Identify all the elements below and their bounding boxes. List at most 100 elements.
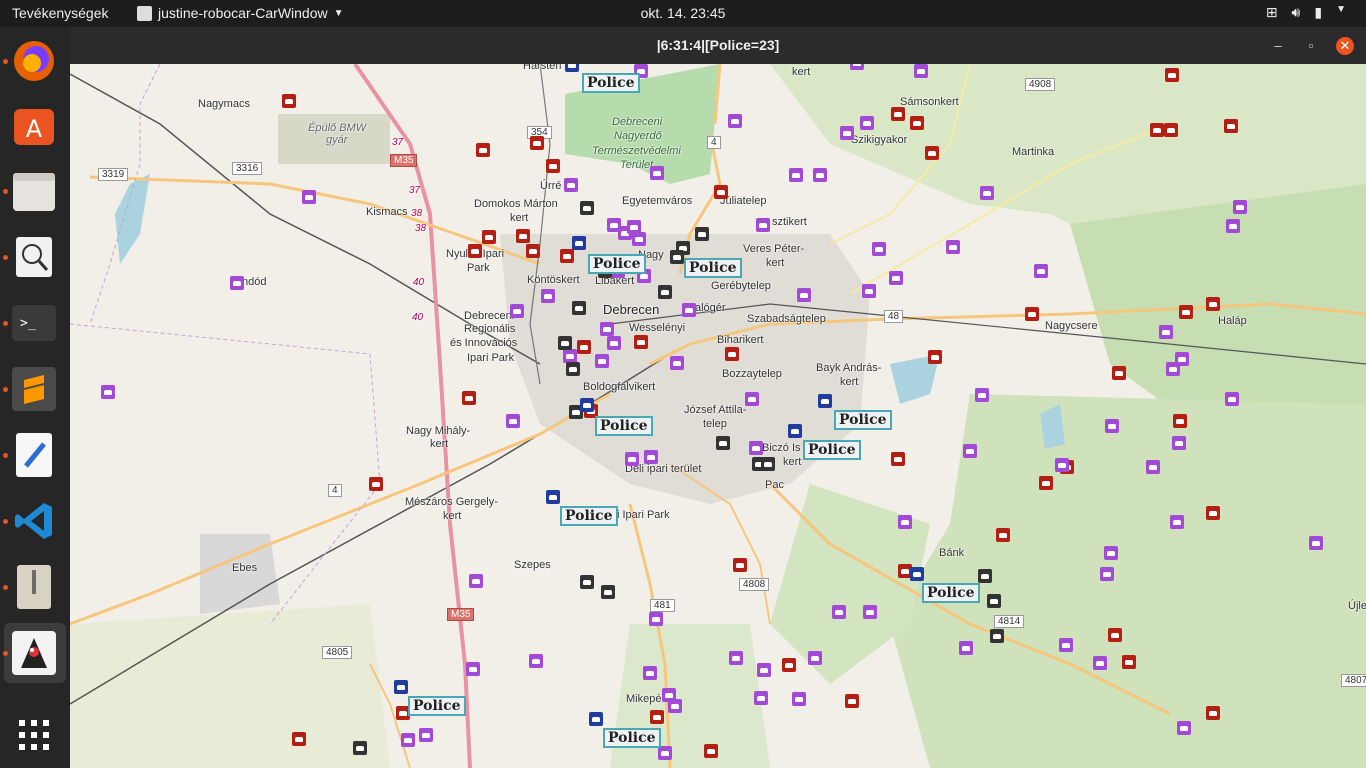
car-marker[interactable] (580, 201, 594, 215)
window-titlebar[interactable]: |6:31:4|[Police=23] – ▫ ✕ (70, 27, 1366, 64)
car-marker[interactable] (1159, 325, 1173, 339)
car-marker[interactable] (797, 288, 811, 302)
maximize-button[interactable]: ▫ (1302, 37, 1320, 55)
car-marker[interactable] (1055, 458, 1069, 472)
car-marker[interactable] (566, 362, 580, 376)
car-marker[interactable] (889, 271, 903, 285)
car-marker[interactable] (1112, 366, 1126, 380)
car-marker[interactable] (643, 666, 657, 680)
map-canvas[interactable]: Harsteri Nagymacs Épülő BMW gyár Kismacs… (70, 64, 1366, 768)
car-marker[interactable] (695, 227, 709, 241)
car-marker[interactable] (725, 347, 739, 361)
car-marker[interactable] (650, 166, 664, 180)
car-marker[interactable] (230, 276, 244, 290)
car-marker[interactable] (808, 651, 822, 665)
car-marker[interactable] (1206, 297, 1220, 311)
app-menu-button[interactable]: justine-robocar-CarWindow ▼ (137, 5, 344, 21)
car-marker[interactable] (558, 336, 572, 350)
app-store-launcher[interactable]: A (10, 101, 58, 149)
car-marker[interactable] (462, 391, 476, 405)
car-marker[interactable] (419, 728, 433, 742)
car-marker[interactable] (990, 629, 1004, 643)
sublime-launcher[interactable] (10, 365, 58, 413)
car-marker[interactable] (1146, 460, 1160, 474)
car-marker[interactable] (1034, 264, 1048, 278)
car-marker[interactable] (959, 641, 973, 655)
car-marker[interactable] (506, 414, 520, 428)
car-marker[interactable] (1164, 123, 1178, 137)
car-marker[interactable] (650, 710, 664, 724)
car-marker[interactable] (595, 354, 609, 368)
car-marker[interactable] (292, 732, 306, 746)
java-launcher[interactable] (10, 629, 58, 677)
search-tool-launcher[interactable] (10, 233, 58, 281)
car-marker[interactable] (600, 322, 614, 336)
car-marker[interactable] (850, 64, 864, 70)
text-editor-launcher[interactable] (10, 431, 58, 479)
car-marker[interactable] (530, 136, 544, 150)
car-marker[interactable] (546, 159, 560, 173)
car-marker[interactable] (1309, 536, 1323, 550)
police-car-marker[interactable] (394, 680, 408, 694)
car-marker[interactable] (541, 289, 555, 303)
car-marker[interactable] (353, 741, 367, 755)
car-marker[interactable] (1206, 706, 1220, 720)
car-marker[interactable] (468, 244, 482, 258)
car-marker[interactable] (745, 392, 759, 406)
car-marker[interactable] (1233, 200, 1247, 214)
car-marker[interactable] (1104, 546, 1118, 560)
car-marker[interactable] (601, 585, 615, 599)
car-marker[interactable] (910, 116, 924, 130)
car-marker[interactable] (572, 301, 586, 315)
car-marker[interactable] (1122, 655, 1136, 669)
police-car-marker[interactable] (546, 490, 560, 504)
police-car-marker[interactable] (589, 712, 603, 726)
car-marker[interactable] (668, 699, 682, 713)
car-marker[interactable] (401, 733, 415, 747)
car-marker[interactable] (1108, 628, 1122, 642)
car-marker[interactable] (101, 385, 115, 399)
car-marker[interactable] (560, 249, 574, 263)
police-car-marker[interactable] (788, 424, 802, 438)
car-marker[interactable] (980, 186, 994, 200)
car-marker[interactable] (714, 185, 728, 199)
terminal-launcher[interactable]: >_ (10, 299, 58, 347)
car-marker[interactable] (625, 452, 639, 466)
car-marker[interactable] (369, 477, 383, 491)
car-marker[interactable] (563, 349, 577, 363)
car-marker[interactable] (632, 232, 646, 246)
car-marker[interactable] (634, 335, 648, 349)
car-marker[interactable] (1166, 362, 1180, 376)
car-marker[interactable] (466, 662, 480, 676)
car-marker[interactable] (580, 575, 594, 589)
car-marker[interactable] (1150, 123, 1164, 137)
car-marker[interactable] (987, 594, 1001, 608)
car-marker[interactable] (670, 250, 684, 264)
car-marker[interactable] (516, 229, 530, 243)
car-marker[interactable] (928, 350, 942, 364)
car-marker[interactable] (1225, 392, 1239, 406)
car-marker[interactable] (832, 605, 846, 619)
car-marker[interactable] (476, 143, 490, 157)
car-marker[interactable] (1025, 307, 1039, 321)
police-car-marker[interactable] (572, 236, 586, 250)
activities-button[interactable]: Tevékenységek (12, 5, 109, 21)
car-marker[interactable] (1170, 515, 1184, 529)
police-car-marker[interactable] (818, 394, 832, 408)
archive-launcher[interactable] (10, 563, 58, 611)
car-marker[interactable] (1059, 638, 1073, 652)
car-marker[interactable] (1172, 436, 1186, 450)
car-marker[interactable] (302, 190, 316, 204)
car-marker[interactable] (756, 218, 770, 232)
car-marker[interactable] (749, 441, 763, 455)
car-marker[interactable] (658, 746, 672, 760)
car-marker[interactable] (716, 436, 730, 450)
car-marker[interactable] (978, 569, 992, 583)
car-marker[interactable] (1093, 656, 1107, 670)
police-car-marker[interactable] (580, 398, 594, 412)
car-marker[interactable] (728, 114, 742, 128)
car-marker[interactable] (670, 356, 684, 370)
car-marker[interactable] (1105, 419, 1119, 433)
car-marker[interactable] (891, 452, 905, 466)
car-marker[interactable] (840, 126, 854, 140)
